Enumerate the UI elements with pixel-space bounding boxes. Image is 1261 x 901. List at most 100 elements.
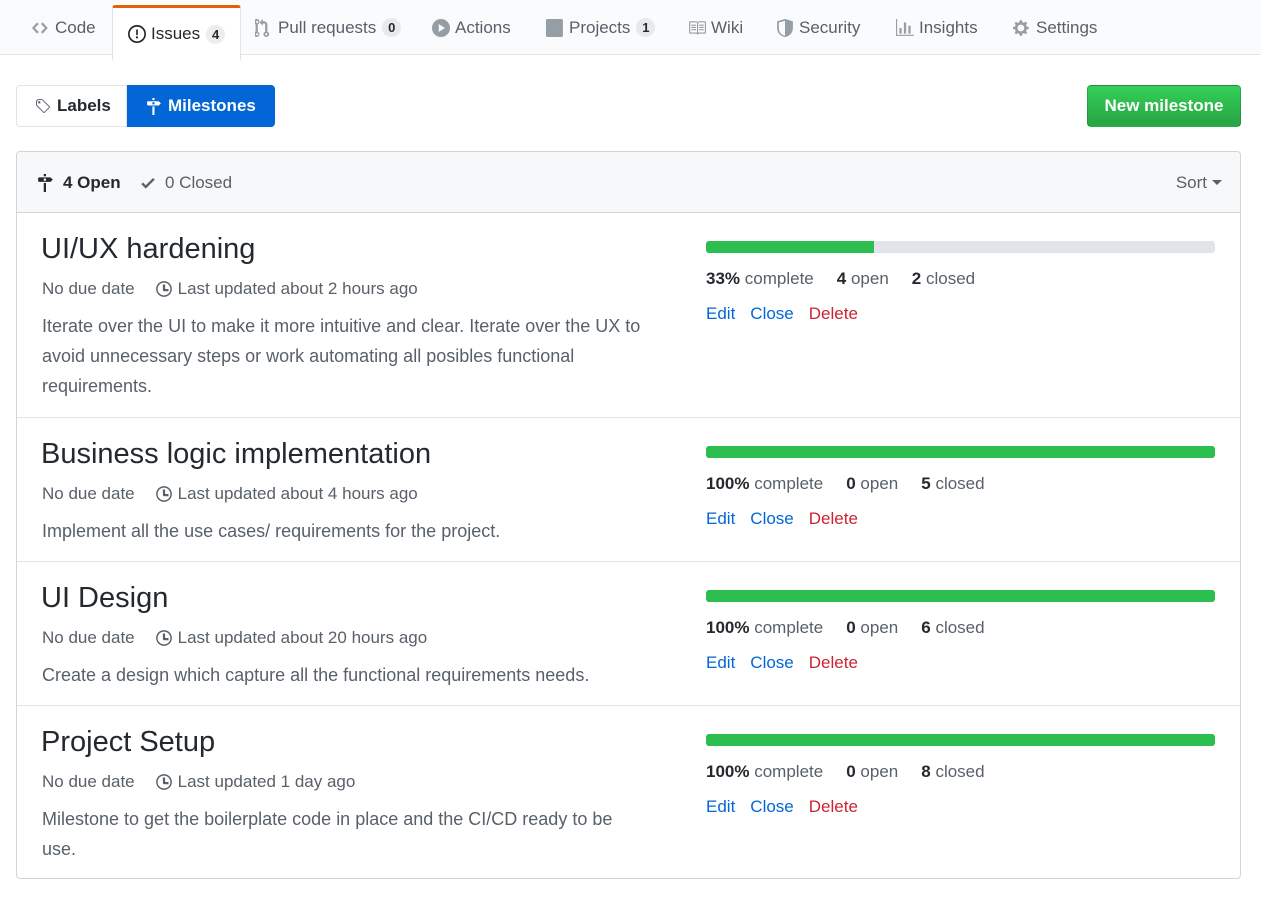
- milestone-description: Implement all the use cases/ requirement…: [42, 521, 501, 541]
- new-milestone-button[interactable]: New milestone: [1087, 85, 1241, 127]
- graph-icon: [896, 18, 914, 37]
- tab-label: Pull requests: [278, 17, 377, 37]
- open-issues: 4 open: [837, 269, 889, 289]
- milestones-list: 4 Open 0 Closed Sort UI/UX hardening No …: [16, 151, 1241, 879]
- milestone-description: Iterate over the UI to make it more intu…: [42, 316, 641, 396]
- closed-issues: 5 closed: [921, 474, 984, 494]
- milestone-meta: No due date Last updated about 4 hours a…: [42, 484, 418, 504]
- progress-fill: [706, 734, 1215, 746]
- milestone-title[interactable]: Project Setup: [41, 726, 215, 759]
- due-date: No due date: [42, 279, 135, 298]
- milestone-title[interactable]: UI Design: [41, 582, 168, 615]
- closed-issues: 2 closed: [912, 269, 975, 289]
- issues-counter: 4: [206, 24, 226, 44]
- closed-issues: 6 closed: [921, 618, 984, 638]
- last-updated: Last updated about 20 hours ago: [177, 628, 428, 647]
- tab-wiki[interactable]: Wiki: [688, 0, 743, 55]
- edit-link[interactable]: Edit: [706, 304, 735, 324]
- close-link[interactable]: Close: [750, 509, 793, 529]
- tab-label: Insights: [919, 17, 978, 37]
- due-date: No due date: [42, 628, 135, 647]
- tab-issues[interactable]: Issues 4: [112, 5, 242, 61]
- percent-complete: 100% complete: [706, 762, 823, 782]
- percent-complete: 100% complete: [706, 474, 823, 494]
- labels-milestones-subnav: Labels Milestones: [16, 85, 275, 127]
- labels-button[interactable]: Labels: [16, 85, 127, 127]
- milestone-actions: Edit Close Delete: [706, 797, 873, 817]
- close-link[interactable]: Close: [750, 797, 793, 817]
- caret-down-icon: [1212, 180, 1222, 185]
- milestone-meta: No due date Last updated about 2 hours a…: [42, 279, 418, 299]
- delete-link[interactable]: Delete: [809, 304, 858, 324]
- milestone-icon: [147, 97, 161, 115]
- milestone-stats: 100% complete 0 open 6 closed: [706, 618, 1008, 638]
- open-issues-count: 0: [846, 762, 856, 781]
- play-icon: [432, 18, 450, 37]
- closed-label: closed: [925, 269, 976, 288]
- open-issues: 0 open: [846, 762, 898, 782]
- delete-link[interactable]: Delete: [809, 653, 858, 673]
- open-issues-count: 0: [846, 474, 856, 493]
- tag-icon: [36, 98, 50, 113]
- milestones-label: Milestones: [168, 96, 256, 115]
- sort-dropdown[interactable]: Sort: [1176, 152, 1222, 213]
- tab-projects[interactable]: Projects 1: [546, 0, 656, 55]
- closed-filter[interactable]: 0 Closed: [139, 152, 232, 213]
- gear-icon: [1013, 19, 1031, 37]
- milestone-title[interactable]: Business logic implementation: [41, 438, 431, 471]
- progress-fill: [706, 590, 1215, 602]
- edit-link[interactable]: Edit: [706, 653, 735, 673]
- close-link[interactable]: Close: [750, 653, 793, 673]
- clock-icon: [155, 773, 173, 791]
- clock-icon: [155, 629, 173, 647]
- open-label: open: [850, 269, 889, 288]
- milestone-actions: Edit Close Delete: [706, 653, 873, 673]
- open-label: open: [860, 762, 899, 781]
- last-updated: Last updated about 4 hours ago: [177, 484, 418, 503]
- open-label: open: [860, 474, 899, 493]
- tab-insights[interactable]: Insights: [896, 0, 978, 55]
- open-issues-count: 0: [846, 618, 856, 637]
- tab-security[interactable]: Security: [776, 0, 860, 55]
- open-count: 4 Open: [63, 172, 121, 192]
- tab-settings[interactable]: Settings: [1013, 0, 1097, 55]
- milestone-icon: [38, 173, 53, 192]
- milestone-actions: Edit Close Delete: [706, 509, 873, 529]
- tab-label: Issues: [151, 24, 201, 43]
- progress-bar: [706, 241, 1215, 253]
- milestone-title[interactable]: UI/UX hardening: [41, 233, 255, 266]
- complete-label: complete: [754, 618, 824, 637]
- project-icon: [546, 18, 564, 37]
- tab-pull-requests[interactable]: Pull requests 0: [255, 0, 402, 55]
- tab-code[interactable]: Code: [32, 0, 96, 55]
- milestones-list-header: 4 Open 0 Closed Sort: [17, 152, 1240, 213]
- open-issues-count: 4: [836, 269, 847, 288]
- tab-label: Wiki: [711, 17, 744, 37]
- git-pull-request-icon: [255, 18, 273, 37]
- close-link[interactable]: Close: [750, 304, 793, 324]
- percent-complete: 33% complete: [706, 269, 814, 289]
- delete-link[interactable]: Delete: [809, 797, 858, 817]
- percent-value: 100%: [706, 474, 750, 493]
- closed-issues-count: 6: [921, 618, 931, 637]
- edit-link[interactable]: Edit: [706, 509, 735, 529]
- last-updated: Last updated about 2 hours ago: [177, 279, 418, 298]
- open-filter[interactable]: 4 Open: [37, 152, 121, 213]
- progress-bar: [706, 446, 1215, 458]
- clock-icon: [155, 485, 173, 503]
- milestones-button[interactable]: Milestones: [127, 85, 275, 127]
- tab-actions[interactable]: Actions: [432, 0, 511, 55]
- milestone-row: UI Design No due date Last updated about…: [17, 561, 1240, 705]
- clock-icon: [155, 280, 173, 298]
- percent-complete: 100% complete: [706, 618, 823, 638]
- closed-label: closed: [935, 474, 985, 493]
- due-date: No due date: [42, 484, 135, 503]
- closed-issues-count: 2: [911, 269, 922, 288]
- delete-link[interactable]: Delete: [809, 509, 858, 529]
- closed-issues-count: 8: [921, 762, 931, 781]
- tab-label: Actions: [455, 17, 511, 37]
- edit-link[interactable]: Edit: [706, 797, 735, 817]
- open-label: open: [860, 618, 899, 637]
- projects-counter: 1: [636, 18, 656, 37]
- milestone-description: Create a design which capture all the fu…: [42, 665, 590, 685]
